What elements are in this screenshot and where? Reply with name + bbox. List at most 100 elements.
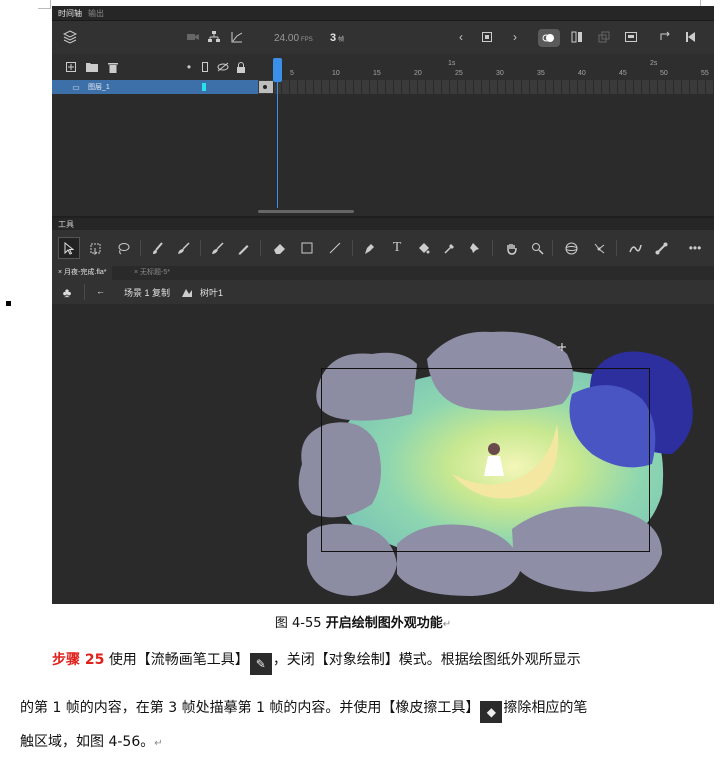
paragraph-line-2: 的第 1 帧的内容，在第 3 帧处描摹第 1 帧的内容。并使用【橡皮擦工具】 ◆ 擦… — [20, 698, 587, 723]
outline-toggle-icon[interactable] — [198, 60, 212, 74]
hierarchy-icon[interactable] — [207, 30, 221, 44]
layers-icon[interactable] — [62, 29, 78, 45]
free-transform-tool-icon[interactable] — [84, 237, 106, 259]
toolbar-separator — [84, 284, 85, 300]
ruler-second-label: 2s — [650, 60, 658, 67]
stage[interactable] — [52, 304, 714, 604]
dot-icon[interactable]: • — [182, 60, 196, 74]
ruler-tick-label: 25 — [455, 70, 463, 77]
paragraph-text: ，关闭【对象绘制】模式。根据绘图纸外观所显示 — [272, 652, 581, 668]
panel-tab-bar: 时间轴 输出 — [52, 6, 714, 20]
folder-icon[interactable] — [85, 60, 99, 74]
loop-icon[interactable] — [658, 30, 672, 44]
layer-name[interactable]: 图层_1 — [88, 82, 110, 92]
back-button[interactable]: ← — [96, 286, 105, 296]
layer-panel-empty — [52, 94, 258, 216]
current-frame-readout[interactable]: 3帧 — [330, 32, 344, 44]
ruler-second-label: 1s — [448, 60, 456, 67]
tab-timeline[interactable]: 时间轴 — [58, 8, 82, 19]
onion-outline-icon[interactable] — [570, 30, 584, 44]
paragraph-line-1: 步骤 25 使用【流畅画笔工具】 ✎ ，关闭【对象绘制】模式。根据绘图纸外观所显示 — [52, 650, 581, 675]
zoom-tool-icon[interactable] — [526, 237, 548, 259]
ruler-tick-label: 5 — [290, 70, 294, 77]
lock-icon[interactable] — [234, 60, 248, 74]
frame-cells[interactable] — [258, 80, 714, 94]
paint-brush-tool-icon[interactable] — [146, 237, 168, 259]
figure-caption: 图 4-55 开启绘制图外观功能↵ — [0, 612, 726, 631]
eraser-icon: ◆ — [480, 701, 503, 723]
playhead[interactable] — [273, 58, 282, 82]
cloud-top-center — [427, 331, 574, 411]
paragraph-text: 触区域，如图 4-56。 — [20, 734, 155, 750]
paragraph-text: 擦除相应的笔 — [503, 700, 588, 716]
breadcrumb-scene[interactable]: 场景 1 复制 — [124, 286, 170, 299]
visibility-icon[interactable] — [216, 60, 230, 74]
ruler-tick-label: 45 — [619, 70, 627, 77]
step-label: 步骤 25 — [52, 652, 105, 668]
pencil-tool-icon[interactable] — [232, 237, 254, 259]
prev-frame-icon[interactable]: ‹ — [454, 30, 468, 44]
ruler-tick-label: 55 — [701, 70, 709, 77]
tab-output[interactable]: 输出 — [88, 8, 104, 19]
ruler-tick-label: 40 — [578, 70, 586, 77]
layer-row[interactable]: ▭ 图层_1 — [52, 80, 258, 94]
doc-tab-active[interactable]: × 月夜-完成.fla* — [52, 266, 113, 280]
toolbar-separator — [492, 240, 493, 256]
toolbar-separator — [616, 240, 617, 256]
figure-head — [488, 443, 500, 455]
fluid-brush-tool-icon[interactable] — [206, 237, 228, 259]
bone-tool-icon[interactable] — [588, 237, 610, 259]
eyedropper-tool-icon[interactable] — [438, 237, 460, 259]
stop-icon[interactable] — [480, 30, 494, 44]
add-layer-icon[interactable] — [64, 60, 78, 74]
frame-settings-icon[interactable] — [624, 30, 638, 44]
line-tool-icon[interactable] — [324, 237, 346, 259]
next-frame-icon[interactable]: › — [508, 30, 522, 44]
frame-ruler: 1s 2s 5 10 15 20 25 30 35 40 45 50 55 — [258, 54, 714, 80]
cloud-left — [298, 422, 381, 518]
first-frame-icon[interactable] — [684, 30, 698, 44]
eraser-tool-icon[interactable] — [268, 237, 290, 259]
caption-text: 开启绘制图外观功能 — [325, 616, 443, 631]
lasso-tool-icon[interactable] — [112, 237, 134, 259]
brush-tool-icon[interactable] — [172, 237, 194, 259]
hand-tool-icon[interactable] — [500, 237, 522, 259]
paint-bucket-tool-icon[interactable] — [412, 237, 434, 259]
layer-type-icon: ▭ — [72, 82, 80, 92]
timeline-scrollbar[interactable] — [258, 210, 354, 213]
layer-color-swatch[interactable] — [202, 83, 206, 91]
graphic-symbol-icon — [180, 285, 194, 299]
camera-icon[interactable] — [186, 30, 200, 44]
bullet-mark — [6, 301, 11, 306]
text-tool-icon[interactable]: T — [386, 237, 408, 259]
doc-tab-inactive[interactable]: × 无标题-5* — [128, 266, 176, 280]
breadcrumb-symbol[interactable]: 树叶1 — [200, 286, 223, 299]
pen-tool-icon[interactable] — [358, 237, 380, 259]
ruler-tick-label: 35 — [537, 70, 545, 77]
cloud-top-left — [316, 352, 417, 421]
toolbar-separator — [352, 240, 353, 256]
onion-skin-icon — [542, 31, 556, 45]
edit-multiple-frames-icon[interactable] — [597, 30, 611, 44]
ruler-tick-label: 20 — [414, 70, 422, 77]
selection-tool-icon[interactable] — [58, 237, 80, 259]
timeline-toolbar: 24.00 FPS 3帧 ‹ › — [52, 20, 714, 55]
tools-panel-title: 工具 — [52, 218, 714, 230]
bone-joint-tool-icon[interactable] — [650, 237, 672, 259]
scene-icon[interactable]: ♣ — [60, 285, 74, 300]
graph-icon[interactable] — [230, 30, 244, 44]
timeline-body: • ▭ 图层_1 1s 2s 5 10 15 20 25 30 35 40 45… — [52, 54, 714, 216]
pin-tool-icon[interactable] — [464, 237, 486, 259]
delete-layer-icon[interactable] — [106, 60, 120, 74]
asset-warp-tool-icon[interactable] — [624, 237, 646, 259]
3d-rotation-tool-icon[interactable] — [560, 237, 582, 259]
layer-header: • — [52, 54, 258, 80]
ruler-tick-label: 15 — [373, 70, 381, 77]
rectangle-tool-icon[interactable] — [296, 237, 318, 259]
tools-bar: T ••• — [52, 230, 714, 266]
document-tab-bar: × 月夜-完成.fla* × 无标题-5* — [52, 266, 714, 280]
caption-number: 图 4-55 — [274, 616, 322, 631]
keyframe-1[interactable] — [259, 81, 273, 93]
more-tools-icon[interactable]: ••• — [684, 237, 706, 259]
fps-readout[interactable]: 24.00 FPS — [274, 33, 313, 44]
